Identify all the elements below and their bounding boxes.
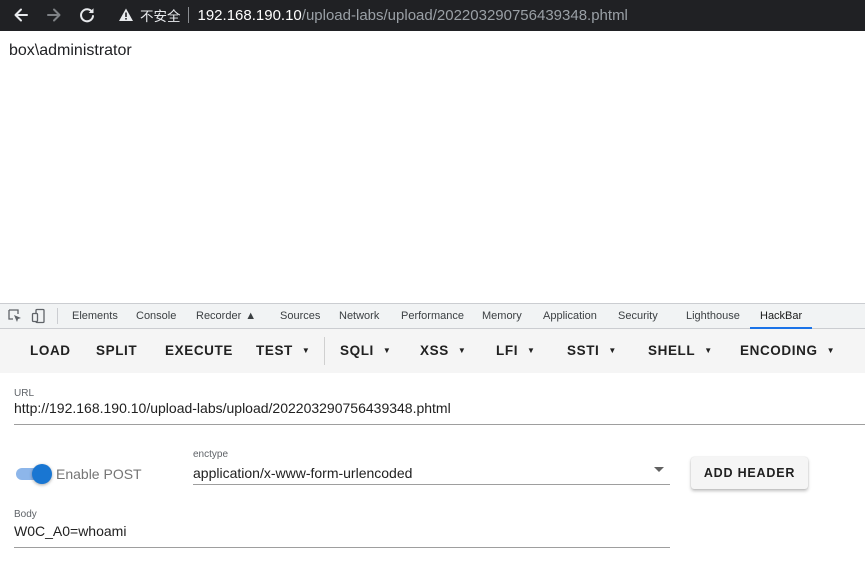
tab-lighthouse[interactable]: Lighthouse bbox=[686, 304, 740, 328]
ssti-menu[interactable]: SSTI ▼ bbox=[567, 329, 617, 373]
tab-security[interactable]: Security bbox=[618, 304, 658, 328]
omnibox-divider bbox=[187, 7, 189, 23]
devtools-tab-bar: Elements Console Recorder ▲ Sources Netwo… bbox=[0, 304, 865, 329]
inspect-element-icon[interactable] bbox=[7, 308, 23, 324]
shell-menu[interactable]: SHELL ▼ bbox=[648, 329, 713, 373]
split-button[interactable]: SPLIT bbox=[96, 329, 137, 373]
tab-sources[interactable]: Sources bbox=[280, 304, 320, 328]
test-menu-label: TEST bbox=[256, 343, 293, 358]
toggle-knob bbox=[32, 464, 52, 484]
back-button[interactable] bbox=[8, 3, 34, 27]
url-field-label: URL bbox=[14, 388, 35, 399]
encoding-menu-label: ENCODING bbox=[740, 343, 818, 358]
caret-down-icon: ▼ bbox=[457, 346, 467, 355]
sqli-menu-label: SQLI bbox=[340, 343, 374, 358]
encoding-menu[interactable]: ENCODING ▼ bbox=[740, 329, 835, 373]
flask-icon: ▲ bbox=[245, 310, 257, 322]
device-toolbar-icon[interactable] bbox=[31, 308, 47, 324]
caret-down-icon: ▼ bbox=[301, 346, 311, 355]
forward-arrow-icon bbox=[47, 8, 61, 22]
add-header-button[interactable]: ADD HEADER bbox=[691, 457, 808, 489]
tab-performance[interactable]: Performance bbox=[401, 304, 464, 328]
not-secure-label: 不安全 bbox=[140, 9, 181, 24]
xss-menu-label: XSS bbox=[420, 343, 449, 358]
url-input[interactable]: http://192.168.190.10/upload-labs/upload… bbox=[14, 400, 451, 416]
body-field-label: Body bbox=[14, 509, 37, 520]
devtools-tab-divider bbox=[57, 308, 58, 324]
enable-post-toggle[interactable] bbox=[16, 464, 52, 484]
hackbar-toolbar: LOAD SPLIT EXECUTE TEST ▼ SQLI ▼ XSS ▼ LFI ▼… bbox=[0, 329, 865, 373]
browser-toolbar: 不安全 192.168.190.10/upload-labs/upload/20… bbox=[0, 0, 865, 31]
url-path: /upload-labs/upload/202203290756439348.p… bbox=[301, 6, 628, 24]
caret-down-icon: ▼ bbox=[527, 346, 536, 355]
enable-post-label: Enable POST bbox=[56, 466, 142, 482]
tab-memory[interactable]: Memory bbox=[482, 304, 522, 328]
caret-down-icon: ▼ bbox=[826, 346, 836, 355]
chevron-down-icon[interactable] bbox=[654, 467, 664, 472]
caret-down-icon: ▼ bbox=[608, 346, 617, 355]
shell-menu-label: SHELL bbox=[648, 343, 696, 358]
body-input[interactable]: W0C_A0=whoami bbox=[14, 523, 126, 539]
back-arrow-icon bbox=[14, 8, 28, 22]
reload-button[interactable] bbox=[74, 3, 100, 27]
url-host: 192.168.190.10 bbox=[197, 6, 302, 24]
page-output-text: box\administrator bbox=[9, 42, 132, 59]
tab-application[interactable]: Application bbox=[543, 304, 597, 328]
tab-hackbar[interactable]: HackBar bbox=[749, 304, 813, 329]
caret-down-icon: ▼ bbox=[382, 346, 392, 355]
execute-button[interactable]: EXECUTE bbox=[165, 329, 233, 373]
enctype-underline bbox=[193, 484, 670, 485]
tab-network[interactable]: Network bbox=[339, 304, 379, 328]
sqli-menu[interactable]: SQLI ▼ bbox=[340, 329, 391, 373]
lfi-menu[interactable]: LFI ▼ bbox=[496, 329, 536, 373]
caret-down-icon: ▼ bbox=[704, 346, 713, 355]
body-input-underline bbox=[14, 547, 670, 548]
devtools-panel: Elements Console Recorder ▲ Sources Netwo… bbox=[0, 303, 865, 565]
address-bar[interactable]: 不安全 192.168.190.10/upload-labs/upload/20… bbox=[112, 2, 865, 28]
toolbar-divider bbox=[324, 337, 325, 365]
tab-recorder[interactable]: Recorder ▲ bbox=[196, 304, 256, 328]
reload-icon bbox=[80, 8, 94, 23]
tab-recorder-label: Recorder bbox=[196, 310, 242, 322]
ssti-menu-label: SSTI bbox=[567, 343, 600, 358]
enctype-label: enctype bbox=[193, 449, 229, 460]
warning-icon bbox=[119, 8, 133, 21]
forward-button[interactable] bbox=[41, 3, 67, 27]
lfi-menu-label: LFI bbox=[496, 343, 519, 358]
url-input-underline bbox=[14, 424, 865, 425]
xss-menu[interactable]: XSS ▼ bbox=[420, 329, 466, 373]
load-button[interactable]: LOAD bbox=[30, 329, 71, 373]
test-menu[interactable]: TEST ▼ bbox=[256, 329, 310, 373]
enctype-select[interactable]: application/x-www-form-urlencoded bbox=[193, 465, 412, 481]
tab-elements[interactable]: Elements bbox=[72, 304, 118, 328]
tab-console[interactable]: Console bbox=[136, 304, 176, 328]
